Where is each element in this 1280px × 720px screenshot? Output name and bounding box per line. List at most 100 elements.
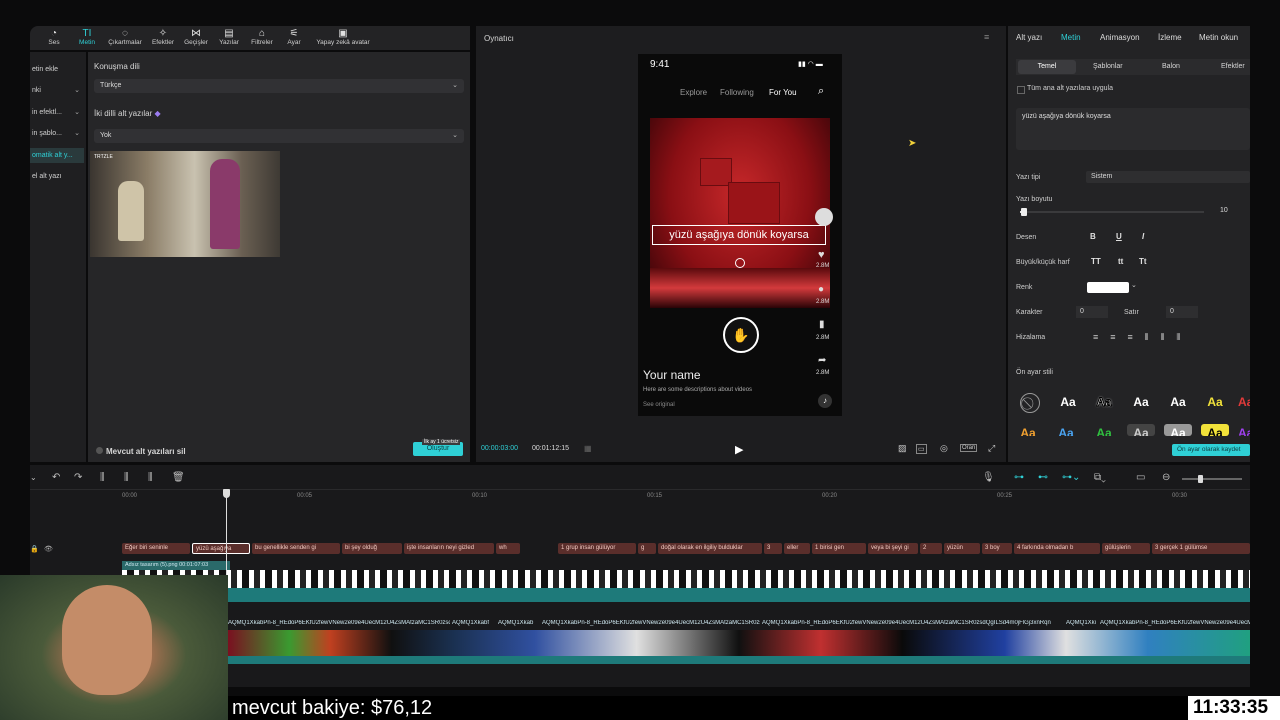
font-select[interactable]: Sistem [1086,171,1250,183]
subtab-bubble[interactable]: Balon [1162,60,1180,74]
preset-style-shadow[interactable]: Aa [1164,390,1192,414]
caption-clip[interactable]: bi şey olduğ [342,543,402,554]
caption-clip[interactable]: 4 farkında olmadan b [1014,543,1100,554]
redo-icon[interactable]: ↷ [74,472,82,483]
subtab-templates[interactable]: Şablonlar [1093,60,1123,74]
quality-icon[interactable]: ▨ [898,443,907,454]
caption-clip[interactable]: Eğer biri seninle [122,543,190,554]
uppercase-button[interactable]: TT [1091,257,1101,266]
tool-filters[interactable]: ⌂ Filtreler [246,28,278,46]
nav-text-templates[interactable]: in şablo... ⌄ [30,126,84,141]
apply-all-checkbox[interactable] [1017,86,1025,94]
magnet-icon[interactable]: ⊶ [1014,472,1024,483]
caption-clip[interactable]: yüzün [944,543,980,554]
speech-language-select[interactable]: Türkçe ⌄ [94,79,464,93]
zoom-slider[interactable] [1182,475,1242,483]
caption-icon[interactable]: ▭ [1136,472,1145,483]
tab-tracking[interactable]: İzleme [1158,33,1182,42]
caption-clip[interactable]: 2 [920,543,942,554]
titlecase-button[interactable]: Tt [1139,257,1147,266]
video-track-audio[interactable] [228,656,1250,664]
overlay-clip-label[interactable]: Adsız tasarım (5).png 00:01:07:03 [122,561,230,570]
nav-auto-captions[interactable]: omatik alt y... [30,148,84,163]
bold-button[interactable]: B [1090,232,1096,241]
caption-clip[interactable]: 3 boy [982,543,1012,554]
caption-clip[interactable]: g [638,543,656,554]
playhead-handle[interactable] [223,489,230,498]
alignment-buttons[interactable]: ≡≡≡⫴⫴⫴ [1093,332,1192,343]
save-preset-button[interactable]: Ön ayar olarak kaydet [1172,444,1250,456]
line-spacing-input[interactable]: 0 [1166,306,1198,318]
ratio-button[interactable]: Oran [960,444,978,452]
preset-style-outline[interactable]: Aa [1090,390,1118,414]
preview-axis-icon[interactable]: ⊶⌄ [1062,472,1080,483]
captions-toggle-icon[interactable]: ▭ [916,444,927,454]
tool-ai-avatar[interactable]: ▣ Yapay zekâ avatar [312,28,374,46]
delete-icon[interactable]: 🗑 [172,472,185,483]
caption-clip[interactable]: wh [496,543,520,554]
tab-text-to-speech[interactable]: Metin okun [1199,33,1238,42]
microphone-icon[interactable]: 🎙 [982,472,995,483]
color-swatch[interactable] [1087,282,1129,293]
chevron-down-icon[interactable]: ⌄ [30,473,37,482]
font-size-slider[interactable] [1020,208,1204,216]
nav-text-effects[interactable]: in efektl... ⌄ [30,105,84,120]
tool-adjust[interactable]: ⚟ Ayar [280,28,308,46]
caption-clip[interactable]: 1 grup insan gülüyor [558,543,636,554]
underline-button[interactable]: U [1116,232,1122,241]
lock-icon[interactable]: 🔒 [30,545,39,553]
nav-manual-captions[interactable]: el alt yazı [30,169,84,184]
preset-style-plain[interactable]: Aa [1127,390,1155,414]
tab-animation[interactable]: Animasyon [1100,33,1140,42]
caption-clip-selected[interactable]: yüzü aşağıya [192,543,250,554]
bilingual-select[interactable]: Yok ⌄ [94,129,464,143]
delete-existing-checkbox[interactable] [96,447,103,454]
tool-transitions[interactable]: ⋈ Geçişler [180,28,212,46]
preset-style-orange[interactable]: Aa [1014,424,1042,436]
zoom-slider-thumb[interactable] [1198,475,1203,483]
eye-icon[interactable]: 👁 [44,545,53,553]
caption-clip[interactable]: doğal olarak en ilgiliy bulduklar [658,543,762,554]
split-left-icon[interactable]: ⫼ [124,472,129,483]
undo-icon[interactable]: ↶ [52,472,60,483]
caption-clip[interactable]: bu genellikle senden gi [252,543,340,554]
caption-clip[interactable]: 3 gerçek 1 gülümse [1152,543,1250,554]
char-spacing-input[interactable]: 0 [1076,306,1108,318]
caption-clip[interactable]: veya bi şeyi gi [868,543,918,554]
caption-clip[interactable]: 3 [764,543,782,554]
preset-style-green[interactable]: Aa [1090,424,1118,436]
nav-presets[interactable]: nki ⌄ [30,83,84,98]
preset-style-yellow-box[interactable]: Aa [1201,424,1229,436]
video-thumbnail[interactable]: TRTZLE [90,151,280,257]
font-size-slider-thumb[interactable] [1020,208,1027,216]
preset-style-blue[interactable]: Aa [1052,424,1080,436]
caption-clip[interactable]: eller [784,543,810,554]
preview-canvas[interactable]: 9:41 ▮▮ ◠ ▬ Explore Following For You ⌕ … [638,54,842,416]
caption-clip[interactable]: işte insanların neyi gizled [404,543,494,554]
preset-style-grey[interactable]: Aa [1127,424,1155,436]
caption-clip[interactable]: 1 birisi gen [812,543,866,554]
focus-icon[interactable]: ◎ [940,443,948,454]
subtab-basic[interactable]: Temel [1018,60,1076,74]
preset-style-white[interactable]: Aa [1054,390,1082,414]
zoom-out-icon[interactable]: ⊖ [1162,472,1170,483]
tab-text[interactable]: Metin [1061,33,1081,42]
tool-audio[interactable]: ◔ Ses [40,28,68,46]
overlay-track-base[interactable] [122,588,1250,602]
caption-selection-box[interactable]: yüzü aşağıya dönük koyarsa [652,225,826,245]
nav-add-text[interactable]: etin ekle [30,62,84,77]
italic-button[interactable]: I [1142,232,1144,241]
tool-stickers[interactable]: ◌ Çıkartmalar [104,28,146,46]
fullscreen-icon[interactable]: ⤢ [988,443,995,454]
video-track[interactable] [228,630,1250,656]
preset-style-purple[interactable]: Aa [1238,424,1250,436]
preset-style-yellow[interactable]: Aa [1201,390,1229,414]
tool-text[interactable]: TI Metin [72,28,102,46]
snap-icon[interactable]: ⧉⌄ [1094,472,1106,483]
play-icon[interactable]: ▶ [735,443,743,456]
split-icon[interactable]: ⫼ [100,472,105,483]
overlay-image-track[interactable] [122,570,1250,588]
link-icon[interactable]: ⊷ [1038,472,1048,483]
rotate-handle-icon[interactable] [735,258,745,268]
no-style-icon[interactable]: ⃠ [1020,393,1040,413]
